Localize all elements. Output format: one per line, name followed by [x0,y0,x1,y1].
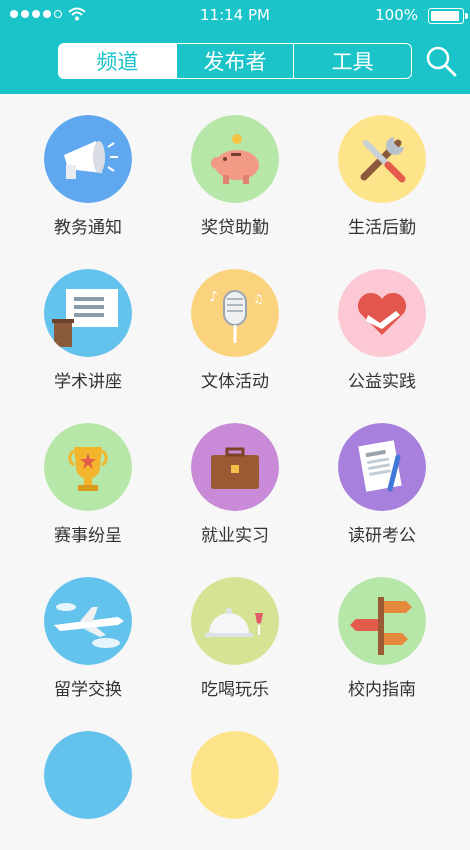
channel-label: 公益实践 [348,372,416,392]
channel-grid: 教务通知 奖贷助勤 生活后勤 学术讲座 ♪ ♫ 文体活动 公益实践 赛事纷呈 就… [0,94,470,819]
channel-icon-bg [191,423,279,511]
channel-label: 生活后勤 [348,218,416,238]
top-bar: 11:14 PM 100% 频道 发布者 工具 [0,0,470,94]
channel-label: 文体活动 [201,372,269,392]
channel-icon-bg [338,115,426,203]
battery-icon [428,8,468,24]
channel-public-welfare[interactable]: 公益实践 [308,248,456,392]
channel-icon-bg [338,269,426,357]
channel-label: 就业实习 [201,526,269,546]
channel-scholarship-aid[interactable]: 奖贷助勤 [161,94,309,238]
microphone-icon: ♪ ♫ [191,269,279,357]
channel-icon-bg [191,731,279,819]
channel-life-logistics[interactable]: 生活后勤 [308,94,456,238]
tab-tools[interactable]: 工具 [293,44,411,78]
channel-employment[interactable]: 就业实习 [161,402,309,546]
channel-academic-notice[interactable]: 教务通知 [14,94,162,238]
channel-icon-bg: ♪ ♫ [191,269,279,357]
search-icon[interactable] [424,44,458,78]
trophy-icon [44,423,132,511]
segmented-control: 频道 发布者 工具 [58,43,412,79]
channel-icon-bg [191,577,279,665]
partial-icon [44,731,132,819]
battery-percent: 100% [375,6,418,24]
briefcase-icon [191,423,279,511]
channel-study-abroad[interactable]: 留学交换 [14,556,162,700]
channel-culture-sports[interactable]: ♪ ♫ 文体活动 [161,248,309,392]
partial-icon [191,731,279,819]
channel-label: 读研考公 [348,526,416,546]
status-bar: 11:14 PM 100% [0,0,470,30]
tab-channels[interactable]: 频道 [59,44,176,78]
megaphone-icon [44,115,132,203]
lecture-board-icon [44,269,132,357]
airplane-icon [44,577,132,665]
channel-label: 吃喝玩乐 [201,680,269,700]
channel-academic-lecture[interactable]: 学术讲座 [14,248,162,392]
channel-label: 奖贷助勤 [201,218,269,238]
channel-food-fun[interactable]: 吃喝玩乐 [161,556,309,700]
channel-partial[interactable] [161,710,309,850]
channel-label: 校内指南 [348,680,416,700]
signpost-icon [338,577,426,665]
heart-hand-icon [338,269,426,357]
channel-icon-bg [191,115,279,203]
channel-icon-bg [44,115,132,203]
channel-icon-bg [44,423,132,511]
channel-label: 学术讲座 [54,372,122,392]
channel-label: 教务通知 [54,218,122,238]
channel-campus-guide[interactable]: 校内指南 [308,556,456,700]
channel-label: 留学交换 [54,680,122,700]
channel-icon-bg [338,423,426,511]
tab-publishers[interactable]: 发布者 [175,44,294,78]
channel-icon-bg [44,577,132,665]
tools-icon [338,115,426,203]
svg-text:♫: ♫ [253,292,264,306]
svg-text:♪: ♪ [209,289,218,305]
channel-competitions[interactable]: 赛事纷呈 [14,402,162,546]
document-pen-icon [338,423,426,511]
dining-icon [191,577,279,665]
channel-icon-bg [44,269,132,357]
channel-partial[interactable] [14,710,162,850]
piggy-bank-icon [191,115,279,203]
channel-label: 赛事纷呈 [54,526,122,546]
channel-grad-exam[interactable]: 读研考公 [308,402,456,546]
channel-icon-bg [338,577,426,665]
channel-icon-bg [44,731,132,819]
